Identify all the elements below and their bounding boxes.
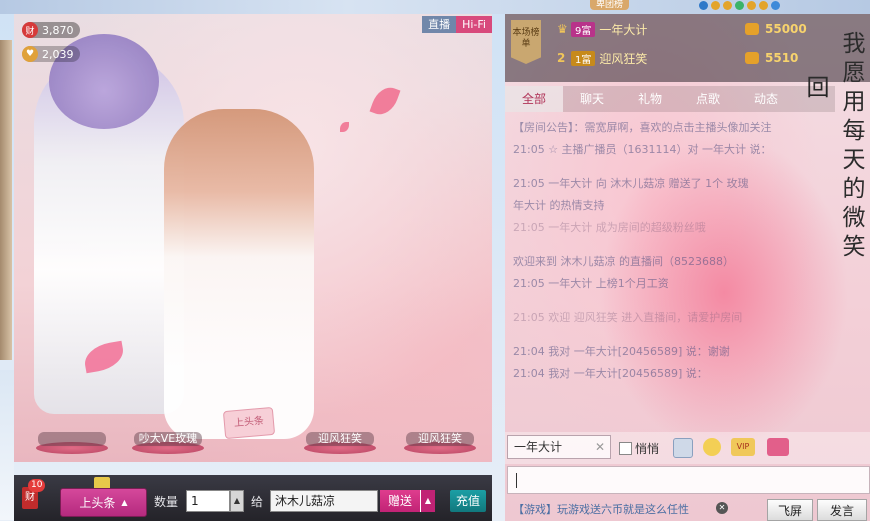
close-promo-icon[interactable]: ✕ bbox=[716, 502, 728, 514]
fly-screen-button[interactable]: 飞屏 bbox=[767, 499, 813, 521]
quality-switch: 直播 Hi-Fi bbox=[422, 16, 492, 33]
whisper-toggle[interactable]: 悄悄 bbox=[619, 440, 659, 457]
trophy-icon: ♛ bbox=[557, 22, 568, 36]
emoji-icon[interactable] bbox=[703, 438, 721, 456]
color-bubble-icon[interactable] bbox=[767, 438, 789, 456]
wealth-level: 1富 bbox=[571, 50, 596, 66]
petal bbox=[340, 122, 349, 132]
rank-score-value: 55000 bbox=[765, 22, 807, 36]
rank-row[interactable]: ♛ 9富 一年大计 bbox=[557, 20, 647, 38]
speak-button[interactable]: 发言 bbox=[817, 499, 867, 521]
headline-button[interactable]: 上头条 ▲ bbox=[60, 488, 147, 517]
fans-icon: ♥ bbox=[22, 46, 38, 62]
rank-score: 5510 bbox=[745, 49, 798, 67]
game-promo-link[interactable]: 【游戏】玩游戏送六币就是这么任性 bbox=[513, 501, 689, 517]
vip-icon[interactable]: VIP bbox=[731, 438, 755, 456]
ranking-badge: 本场榜单 bbox=[511, 20, 541, 64]
chat-log[interactable]: 【房间公告】：需宽屏啊，喜欢的点击主播头像加关注 21:05 ☆ 主播广播员（1… bbox=[513, 120, 843, 430]
rich-level-badge: 财 10 bbox=[22, 479, 46, 509]
chat-line: 21:05 一年大计 向 沐木儿菇凉 赠送了 1个 玫瑰 bbox=[513, 177, 749, 190]
tab-all[interactable]: 全部 bbox=[505, 86, 563, 112]
chat-input[interactable] bbox=[507, 466, 870, 494]
wealth-level: 9富 bbox=[571, 21, 596, 37]
chat-target-select[interactable]: 一年大计 ✕ bbox=[507, 435, 611, 459]
tab-gifts[interactable]: 礼物 bbox=[621, 86, 679, 112]
rank-score: 55000 bbox=[745, 20, 807, 38]
chat-panel: 本场榜单 ♛ 9富 一年大计 55000 2 1富 迎风狂笑 5510 我愿用每… bbox=[505, 14, 870, 521]
gift-row: 吵大VE玫瑰 迎风狂笑 迎风狂笑 bbox=[14, 404, 492, 462]
send-options-caret-icon[interactable]: ▲ bbox=[420, 490, 435, 512]
whisper-label: 悄悄 bbox=[635, 442, 660, 456]
video-panel[interactable]: 财 3,870 ♥ 2,039 直播 Hi-Fi 上头条 吵大VE玫瑰 迎风狂笑… bbox=[14, 14, 492, 462]
gift-label: 迎风狂笑 bbox=[306, 432, 374, 446]
fans-badge: ♥ 2,039 bbox=[22, 46, 80, 62]
chat-line: 【房间公告】：需宽屏啊，喜欢的点击主播头像加关注 bbox=[513, 121, 772, 134]
coin-icon bbox=[745, 23, 759, 35]
give-label: 给 bbox=[251, 495, 264, 509]
send-gift-button[interactable]: 赠送 bbox=[380, 490, 420, 512]
top-decor bbox=[699, 1, 780, 10]
rich-count: 10 bbox=[28, 479, 46, 492]
gift-label bbox=[38, 432, 106, 446]
quantity-label: 数量 bbox=[154, 495, 179, 509]
image-icon[interactable] bbox=[673, 438, 693, 458]
left-edge-decor-2 bbox=[0, 370, 14, 520]
petal bbox=[369, 83, 401, 119]
caret-up-icon: ▲ bbox=[121, 498, 128, 507]
text-caret bbox=[516, 473, 517, 488]
hifi-label[interactable]: Hi-Fi bbox=[456, 16, 492, 33]
whisper-checkbox[interactable] bbox=[619, 442, 632, 455]
wealth-value: 3,870 bbox=[42, 23, 74, 37]
top-strip: 卑团榜 bbox=[0, 0, 870, 14]
chat-line: 21:05 一年大计 上榜1个月工资 bbox=[513, 277, 669, 290]
headline-label: 上头条 bbox=[79, 496, 116, 510]
gift-label: 吵大VE玫瑰 bbox=[134, 432, 202, 446]
rank-number: 2 bbox=[557, 51, 566, 65]
bride-figure bbox=[164, 109, 314, 439]
ranking-tab[interactable]: 卑团榜 bbox=[590, 0, 630, 10]
poem-column: 我愿用每天的微笑 bbox=[842, 31, 866, 260]
fans-value: 2,039 bbox=[42, 47, 74, 61]
recharge-button[interactable]: 充值 bbox=[450, 490, 486, 512]
chat-line: 21:04 我对 一年大计[20456589] 说：谢谢 bbox=[513, 345, 730, 358]
tab-chat[interactable]: 聊天 bbox=[563, 86, 621, 112]
chat-line: 21:05 ☆ 主播广播员（1631114）对 一年大计 说： bbox=[513, 143, 772, 156]
rank-score-value: 5510 bbox=[765, 51, 799, 65]
chat-line: 21:04 我对 一年大计[20456589] 说： bbox=[513, 367, 708, 380]
quantity-input[interactable] bbox=[186, 490, 230, 512]
recipient-field[interactable]: 沐木儿菇凉 bbox=[270, 490, 378, 512]
rich-badge-text: 财 bbox=[25, 492, 35, 503]
wealth-badge: 财 3,870 bbox=[22, 22, 80, 38]
live-label[interactable]: 直播 bbox=[422, 16, 457, 33]
chat-tabs: 全部 聊天 礼物 点歌 动态 bbox=[505, 86, 835, 112]
left-edge-decor bbox=[0, 40, 12, 360]
tab-activity[interactable]: 动态 bbox=[737, 86, 795, 112]
chat-target-name: 一年大计 bbox=[514, 440, 563, 454]
rank-row[interactable]: 2 1富 迎风狂笑 bbox=[557, 49, 647, 67]
gift-label: 迎风狂笑 bbox=[406, 432, 474, 446]
quantity-stepper[interactable]: ▲ bbox=[230, 490, 244, 512]
chat-line: 21:05 欢迎 迎风狂笑 进入直播间，请爱护房间 bbox=[513, 311, 743, 324]
wealth-icon: 财 bbox=[22, 22, 38, 38]
chat-line: 21:05 一年大计 成为房间的超级粉丝哦 bbox=[513, 221, 706, 234]
rank-name: 迎风狂笑 bbox=[599, 51, 648, 66]
gift-tile[interactable]: 吵大VE玫瑰 bbox=[124, 404, 220, 456]
gift-tile[interactable] bbox=[28, 404, 124, 456]
chat-line: 欢迎来到 沐木儿菇凉 的直播间（8523688） bbox=[513, 255, 734, 268]
close-icon[interactable]: ✕ bbox=[595, 436, 605, 458]
tab-songs[interactable]: 点歌 bbox=[679, 86, 737, 112]
gift-tile[interactable]: 迎风狂笑 bbox=[396, 404, 492, 456]
chat-controls: 一年大计 ✕ 悄悄 VIP bbox=[505, 432, 870, 464]
gift-tile[interactable]: 迎风狂笑 bbox=[296, 404, 392, 456]
gift-send-bar: 财 10 上头条 ▲ 数量 ▲ 给 沐木儿菇凉 赠送 ▲ 充值 bbox=[14, 475, 492, 521]
rank-name: 一年大计 bbox=[599, 22, 648, 37]
chat-line: 年大计 的热情支持 bbox=[513, 199, 605, 212]
chat-footer: 【游戏】玩游戏送六币就是这么任性 ✕ 飞屏 发言 bbox=[505, 497, 870, 521]
coin-icon bbox=[745, 52, 759, 64]
